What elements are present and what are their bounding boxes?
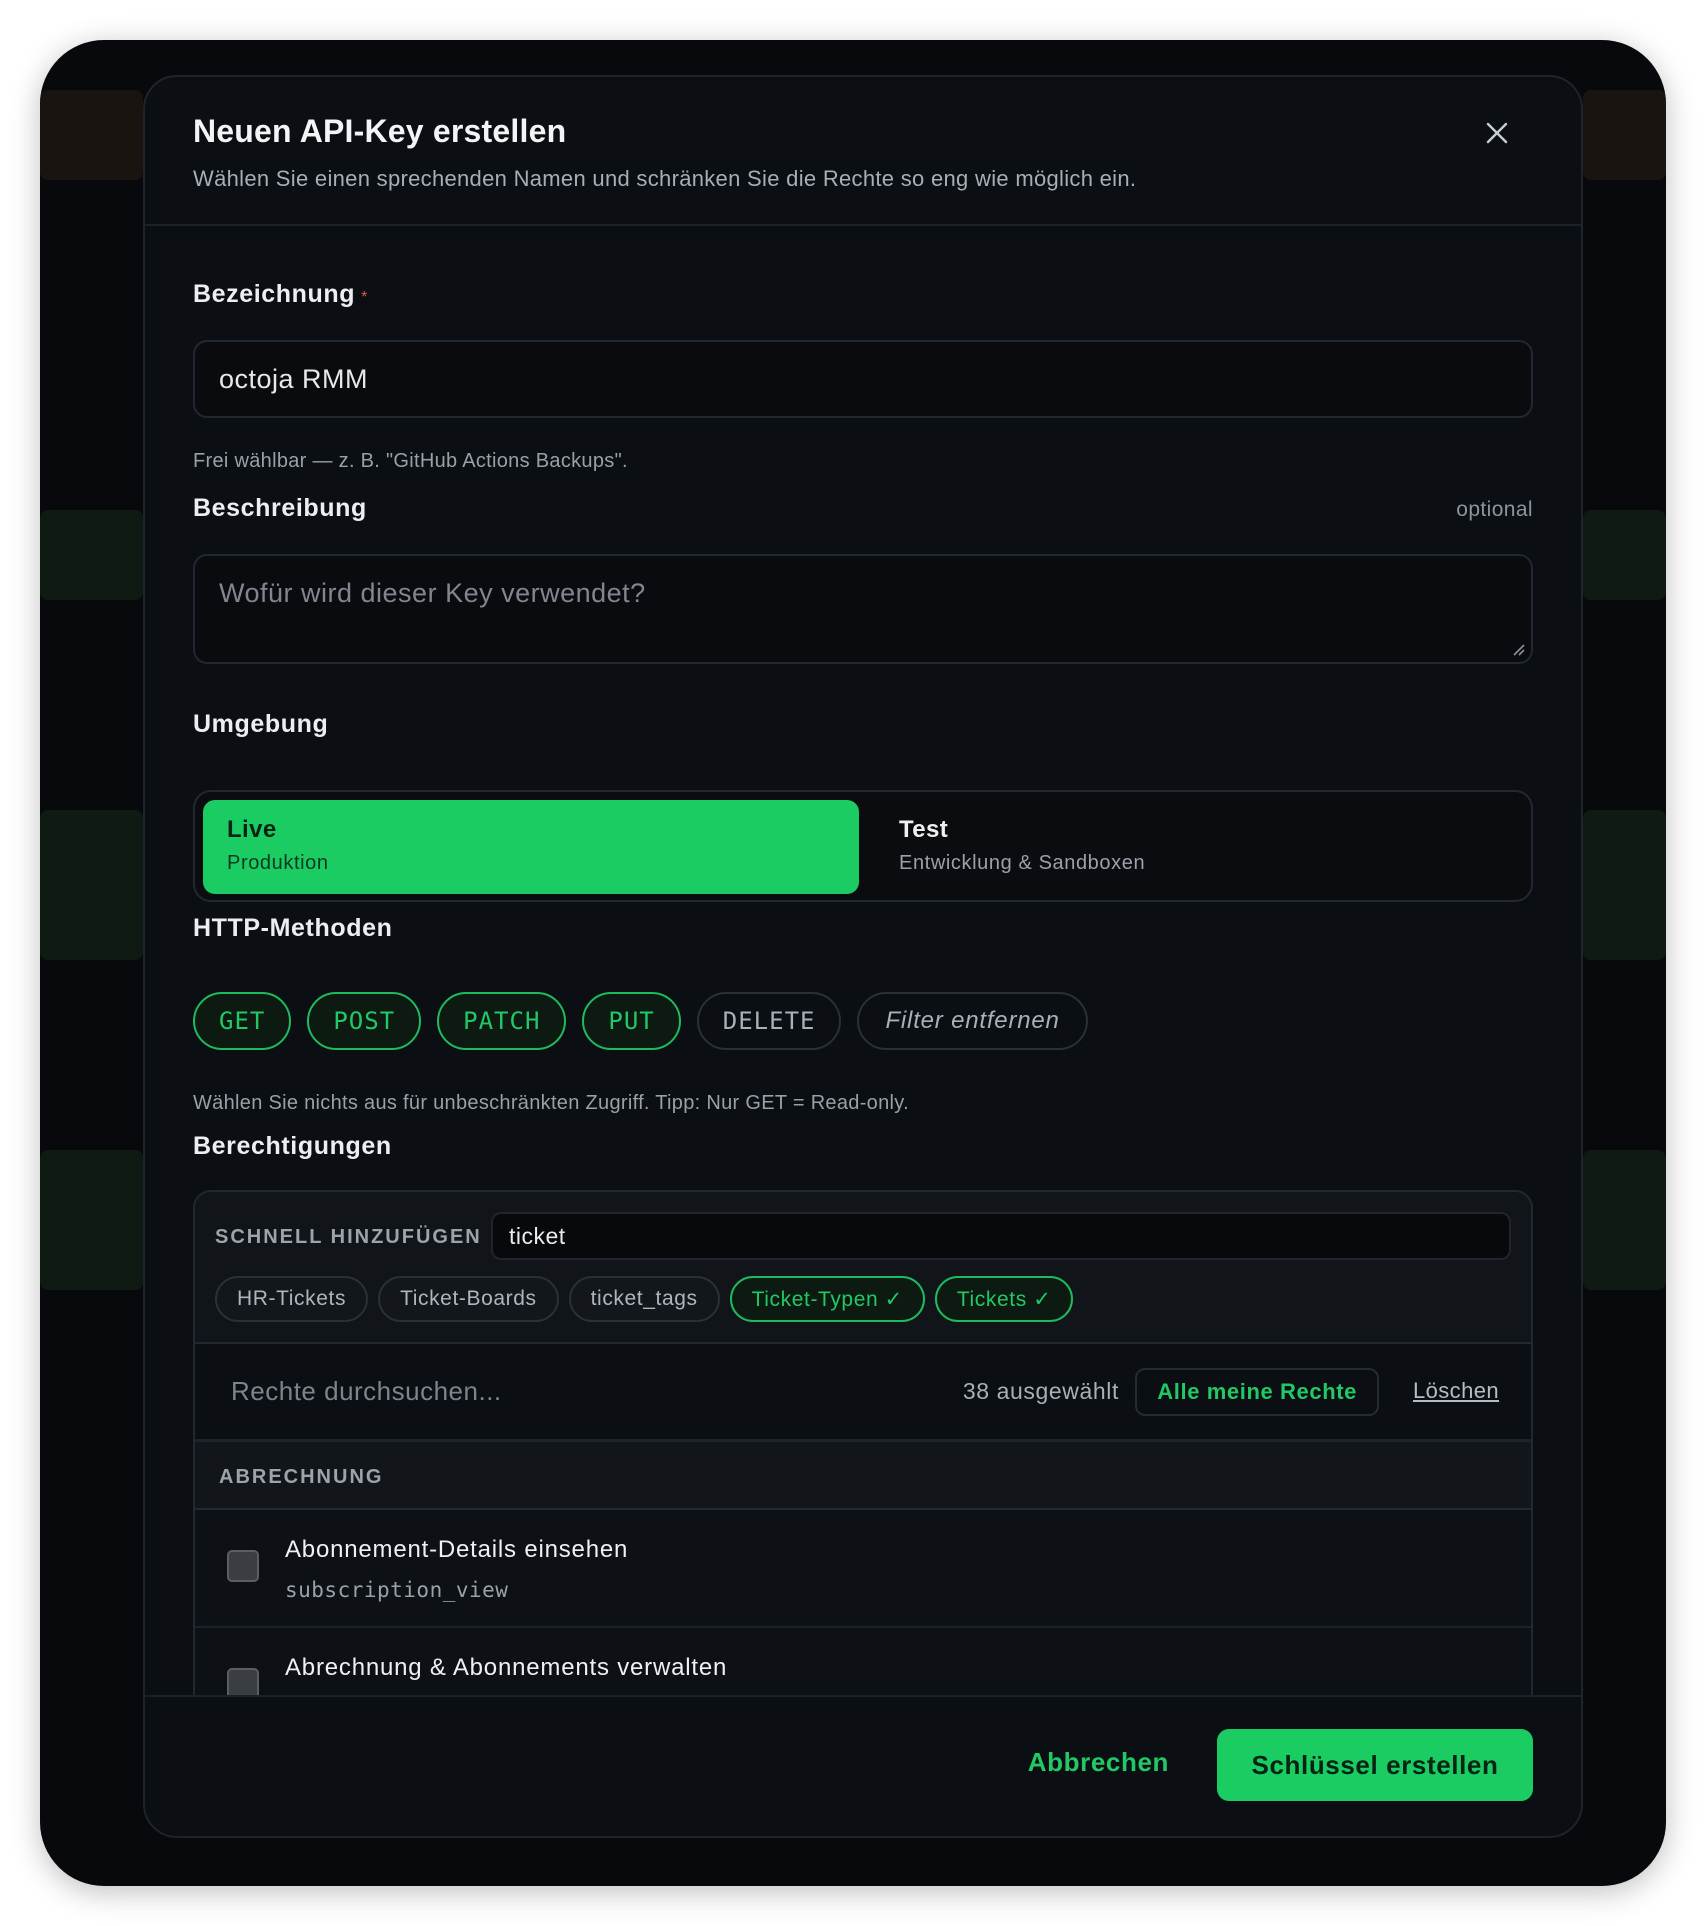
description-label-row: Beschreibung optional bbox=[193, 494, 1533, 524]
permissions-panel: SCHNELL HINZUFÜGEN ticket HR-Tickets Tic… bbox=[193, 1190, 1533, 1699]
background-panel bbox=[40, 1150, 143, 1290]
http-method-chips: GET POST PATCH PUT DELETE Filter entfern… bbox=[193, 992, 1088, 1050]
background-panel bbox=[40, 510, 143, 600]
cancel-button[interactable]: Abbrechen bbox=[1028, 1747, 1169, 1778]
background-panel bbox=[1583, 90, 1666, 180]
environment-selector: Live Produktion Test Entwicklung & Sandb… bbox=[193, 790, 1533, 902]
quick-add-section: SCHNELL HINZUFÜGEN ticket HR-Tickets Tic… bbox=[195, 1192, 1531, 1344]
method-chip-delete[interactable]: DELETE bbox=[696, 992, 842, 1050]
create-api-key-dialog: Neuen API-Key erstellen Wählen Sie einen… bbox=[143, 75, 1583, 1838]
clear-filter-button[interactable]: Filter entfernen bbox=[857, 992, 1088, 1050]
dialog-header: Neuen API-Key erstellen Wählen Sie einen… bbox=[145, 77, 1581, 226]
permission-code: subscription_view bbox=[285, 1578, 509, 1602]
quick-add-label: SCHNELL HINZUFÜGEN bbox=[215, 1226, 482, 1248]
dialog-body: Bezeichnung * octoja RMM Frei wählbar — z… bbox=[193, 226, 1533, 1699]
environment-option-title: Live bbox=[227, 816, 277, 843]
environment-option-live[interactable]: Live Produktion bbox=[203, 800, 859, 894]
quick-add-value: ticket bbox=[509, 1222, 566, 1249]
background-panel bbox=[1583, 810, 1666, 960]
permissions-label: Berechtigungen bbox=[193, 1132, 392, 1160]
method-chip-put[interactable]: PUT bbox=[582, 992, 681, 1050]
dialog-subtitle: Wählen Sie einen sprechenden Namen und s… bbox=[193, 166, 1137, 191]
clear-selection-link[interactable]: Löschen bbox=[1413, 1378, 1499, 1404]
http-methods-hint: Wählen Sie nichts aus für unbeschränkten… bbox=[193, 1092, 909, 1114]
environment-label: Umgebung bbox=[193, 710, 329, 738]
name-label: Bezeichnung * bbox=[193, 280, 367, 309]
method-chip-get[interactable]: GET bbox=[193, 992, 292, 1050]
environment-option-title: Test bbox=[899, 816, 949, 843]
method-chip-post[interactable]: POST bbox=[307, 992, 422, 1050]
permission-search-input[interactable]: Rechte durchsuchen... bbox=[231, 1376, 502, 1407]
suggestion-tag[interactable]: Ticket-Boards bbox=[378, 1276, 559, 1322]
permission-row[interactable]: Abrechnung & Abonnements verwalten billi… bbox=[195, 1628, 1531, 1699]
app-backdrop: Neuen API-Key erstellen Wählen Sie einen… bbox=[40, 40, 1666, 1886]
permission-checkbox[interactable] bbox=[227, 1550, 259, 1582]
dialog-footer: Abbrechen Schlüssel erstellen bbox=[145, 1695, 1581, 1836]
suggestion-tag[interactable]: HR-Tickets bbox=[215, 1276, 369, 1322]
permission-group-title: ABRECHNUNG bbox=[219, 1466, 384, 1488]
method-chip-patch[interactable]: PATCH bbox=[437, 992, 567, 1050]
environment-option-desc: Entwicklung & Sandboxen bbox=[899, 852, 1146, 874]
close-button[interactable] bbox=[1477, 113, 1517, 153]
permission-row[interactable]: Abonnement-Details einsehen subscription… bbox=[195, 1510, 1531, 1628]
background-panel bbox=[1583, 510, 1666, 600]
name-label-text: Bezeichnung bbox=[193, 280, 356, 308]
background-panel bbox=[1583, 1150, 1666, 1290]
background-panel bbox=[40, 810, 143, 960]
required-marker: * bbox=[361, 289, 368, 306]
description-label: Beschreibung bbox=[193, 494, 367, 522]
suggestion-tag-selected[interactable]: Ticket-Typen ✓ bbox=[729, 1276, 925, 1322]
suggestion-tag-selected[interactable]: Tickets ✓ bbox=[934, 1276, 1074, 1322]
quick-add-suggestions: HR-Tickets Ticket-Boards ticket_tags Tic… bbox=[215, 1276, 1074, 1322]
environment-option-test[interactable]: Test Entwicklung & Sandboxen bbox=[875, 800, 1523, 894]
background-panel bbox=[40, 90, 143, 180]
permission-title: Abrechnung & Abonnements verwalten bbox=[285, 1654, 728, 1681]
environment-option-desc: Produktion bbox=[227, 852, 329, 874]
dialog-title: Neuen API-Key erstellen bbox=[193, 113, 567, 149]
quick-add-input[interactable]: ticket bbox=[491, 1212, 1511, 1260]
permission-group-header: ABRECHNUNG bbox=[195, 1442, 1531, 1510]
close-icon bbox=[1486, 122, 1508, 144]
name-input-value: octoja RMM bbox=[219, 363, 369, 394]
permission-search-row: Rechte durchsuchen... 38 ausgewählt Alle… bbox=[195, 1344, 1531, 1442]
select-all-mine-button[interactable]: Alle meine Rechte bbox=[1135, 1368, 1379, 1416]
permission-title: Abonnement-Details einsehen bbox=[285, 1536, 629, 1563]
selected-count: 38 ausgewählt bbox=[962, 1378, 1119, 1404]
description-placeholder: Wofür wird dieser Key verwendet? bbox=[219, 578, 646, 608]
description-textarea[interactable]: Wofür wird dieser Key verwendet? bbox=[193, 554, 1533, 664]
resize-handle-icon[interactable] bbox=[1511, 642, 1525, 656]
name-hint: Frei wählbar — z. B. "GitHub Actions Bac… bbox=[193, 450, 628, 472]
name-input[interactable]: octoja RMM bbox=[193, 340, 1533, 418]
suggestion-tag[interactable]: ticket_tags bbox=[568, 1276, 720, 1322]
create-key-button[interactable]: Schlüssel erstellen bbox=[1217, 1729, 1533, 1801]
http-methods-label: HTTP-Methoden bbox=[193, 914, 393, 942]
optional-label: optional bbox=[1456, 498, 1533, 521]
